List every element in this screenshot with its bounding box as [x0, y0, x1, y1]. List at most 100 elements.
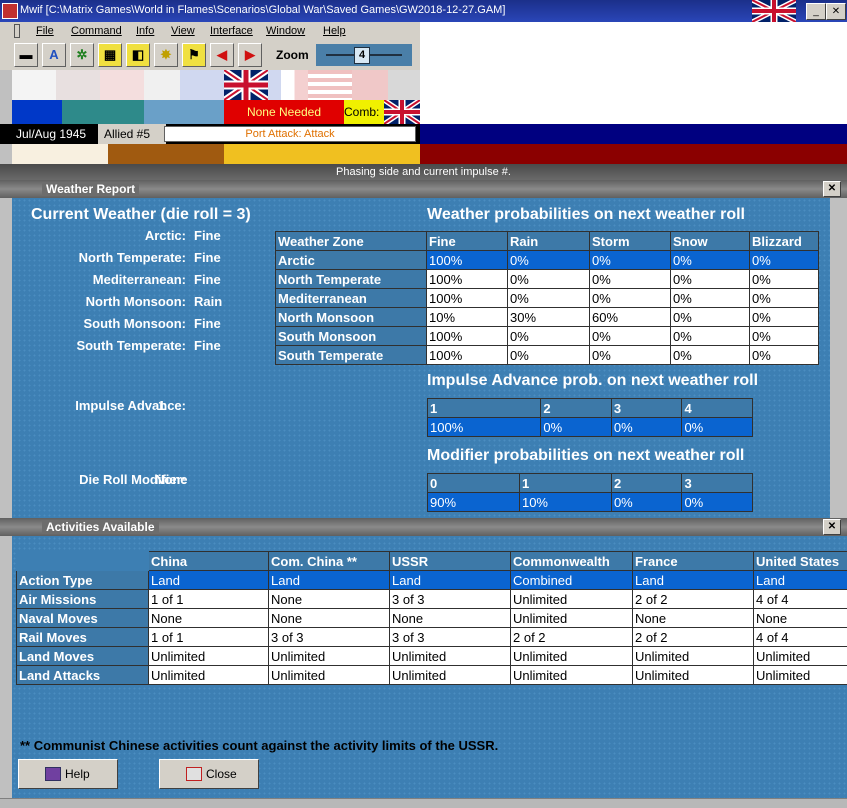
impulse-prob-table: 1 2 3 4 100% 0% 0% 0% — [427, 398, 753, 437]
font-icon[interactable]: A — [42, 43, 66, 67]
activities-table: China Com. China ** USSR Commonwealth Fr… — [16, 551, 847, 685]
cell: 100% — [427, 289, 508, 308]
activities-close-button[interactable]: ✕ — [823, 519, 841, 535]
flag-taiwan-icon[interactable] — [180, 70, 224, 100]
current-weather-title: Current Weather (die roll = 3) — [31, 206, 251, 224]
sun-icon[interactable]: ✸ — [154, 43, 178, 67]
table-row[interactable]: Land Moves UnlimitedUnlimitedUnlimitedUn… — [17, 647, 847, 666]
table-row[interactable]: Naval Moves NoneNoneNoneUnlimitedNoneNon… — [17, 609, 847, 628]
col-2: 2 — [541, 399, 612, 418]
cell: Land — [633, 571, 754, 590]
table-row[interactable]: Mediterranean 100%0%0%0%0% — [276, 289, 819, 308]
minimize-button[interactable]: _ — [806, 3, 826, 20]
right-blank-panel — [420, 22, 847, 124]
cell: 1 of 1 — [149, 590, 269, 609]
flag-usa-icon[interactable] — [308, 70, 352, 100]
zone-value-mediterranean: Fine — [194, 272, 221, 287]
cell: 1 of 1 — [149, 628, 269, 647]
flag-icon[interactable]: ⚑ — [182, 43, 206, 67]
book-icon — [45, 767, 61, 781]
cell: 2 of 2 — [633, 628, 754, 647]
cell: Unlimited — [511, 609, 633, 628]
stripe-yellow — [224, 144, 420, 164]
cell: 0% — [508, 270, 590, 289]
cell: Unlimited — [633, 666, 754, 685]
table-row[interactable]: South Monsoon 100%0%0%0%0% — [276, 327, 819, 346]
arrow-left-icon[interactable]: ◀ — [210, 43, 234, 67]
table-row[interactable]: 100% 0% 0% 0% — [428, 418, 753, 437]
menu-view[interactable]: View — [171, 25, 195, 37]
cell: 2 of 2 — [633, 590, 754, 609]
weather-close-button[interactable]: ✕ — [823, 181, 841, 197]
cell: 90% — [428, 493, 520, 512]
table-row[interactable]: Rail Moves 1 of 13 of 33 of 32 of 22 of … — [17, 628, 847, 647]
cell: 0% — [750, 289, 819, 308]
col-4: 4 — [682, 399, 753, 418]
flag-switzerland-icon[interactable] — [56, 70, 100, 100]
tank-icon[interactable]: ▬ — [14, 43, 38, 67]
row-header: South Temperate — [276, 346, 427, 365]
table-row[interactable]: 90% 10% 0% 0% — [428, 493, 753, 512]
row-header: Air Missions — [17, 590, 149, 609]
menu-window[interactable]: Window — [266, 25, 305, 37]
col-commonwealth: Commonwealth — [511, 552, 633, 571]
zoom-slider[interactable]: 4 — [316, 44, 412, 66]
zone-value-arctic: Fine — [194, 228, 221, 243]
close-button[interactable]: Close — [159, 759, 259, 789]
gear-icon[interactable]: ✲ — [70, 43, 94, 67]
cell: 4 of 4 — [754, 590, 847, 609]
cell: 0% — [541, 418, 612, 437]
table-row[interactable]: South Temperate 100%0%0%0%0% — [276, 346, 819, 365]
grid-icon[interactable]: ▦ — [98, 43, 122, 67]
table-row[interactable]: Action Type LandLandLandCombinedLandLand — [17, 571, 847, 590]
hex-icon[interactable]: ◧ — [126, 43, 150, 67]
close-button-label: Close — [206, 767, 237, 781]
row-header: Mediterranean — [276, 289, 427, 308]
menu-command[interactable]: Command — [71, 25, 122, 37]
cell: Land — [390, 571, 511, 590]
col-1: 1 — [428, 399, 541, 418]
menu-interface[interactable]: Interface — [210, 25, 253, 37]
help-button-label: Help — [65, 767, 90, 781]
col-1: 1 — [519, 474, 611, 493]
flag-japan-icon[interactable] — [100, 70, 144, 100]
flag-uk-icon[interactable] — [224, 70, 268, 100]
comb-uk-flag-icon — [384, 100, 420, 124]
cell: 0% — [750, 346, 819, 365]
close-window-button[interactable]: ✕ — [826, 3, 846, 20]
cell: 0% — [671, 270, 750, 289]
zone-label-arctic: Arctic: — [145, 228, 186, 243]
zoom-slider-thumb[interactable]: 4 — [354, 47, 370, 64]
status-blue-cell — [12, 100, 62, 124]
weather-panel: Current Weather (die roll = 3) Arctic: F… — [12, 198, 830, 518]
arrow-right-icon[interactable]: ▶ — [238, 43, 262, 67]
cell: 0% — [682, 493, 753, 512]
col-france: France — [633, 552, 754, 571]
col-3: 3 — [611, 399, 682, 418]
cell: None — [269, 609, 390, 628]
table-row[interactable]: North Monsoon 10%30%60%0%0% — [276, 308, 819, 327]
cell: None — [269, 590, 390, 609]
cell: Unlimited — [390, 647, 511, 666]
impulse-advance-value: 1 — [158, 398, 165, 413]
cell: 10% — [427, 308, 508, 327]
flag-ussr-icon[interactable] — [352, 70, 388, 100]
flag-france-icon[interactable] — [268, 70, 308, 100]
help-button[interactable]: Help — [18, 759, 118, 789]
menu-help[interactable]: Help — [323, 25, 346, 37]
window-title: Mwif [C:\Matrix Games\World in Flames\Sc… — [20, 4, 505, 16]
cell: Unlimited — [633, 647, 754, 666]
zone-value-north-temperate: Fine — [194, 250, 221, 265]
table-row[interactable]: Air Missions 1 of 1None3 of 3Unlimited2 … — [17, 590, 847, 609]
flag-neutral-icon[interactable] — [388, 70, 420, 100]
cell: None — [390, 609, 511, 628]
flag-finland-icon[interactable] — [12, 70, 56, 100]
menu-info[interactable]: Info — [136, 25, 154, 37]
menu-file[interactable]: File — [36, 25, 54, 37]
flag-china-icon[interactable] — [144, 70, 180, 100]
table-row[interactable]: Arctic 100%0%0%0%0% — [276, 251, 819, 270]
table-row[interactable]: North Temperate 100%0%0%0%0% — [276, 270, 819, 289]
col-2: 2 — [611, 474, 682, 493]
table-row[interactable]: Land Attacks UnlimitedUnlimitedUnlimited… — [17, 666, 847, 685]
zone-label-north-temperate: North Temperate: — [79, 250, 186, 265]
